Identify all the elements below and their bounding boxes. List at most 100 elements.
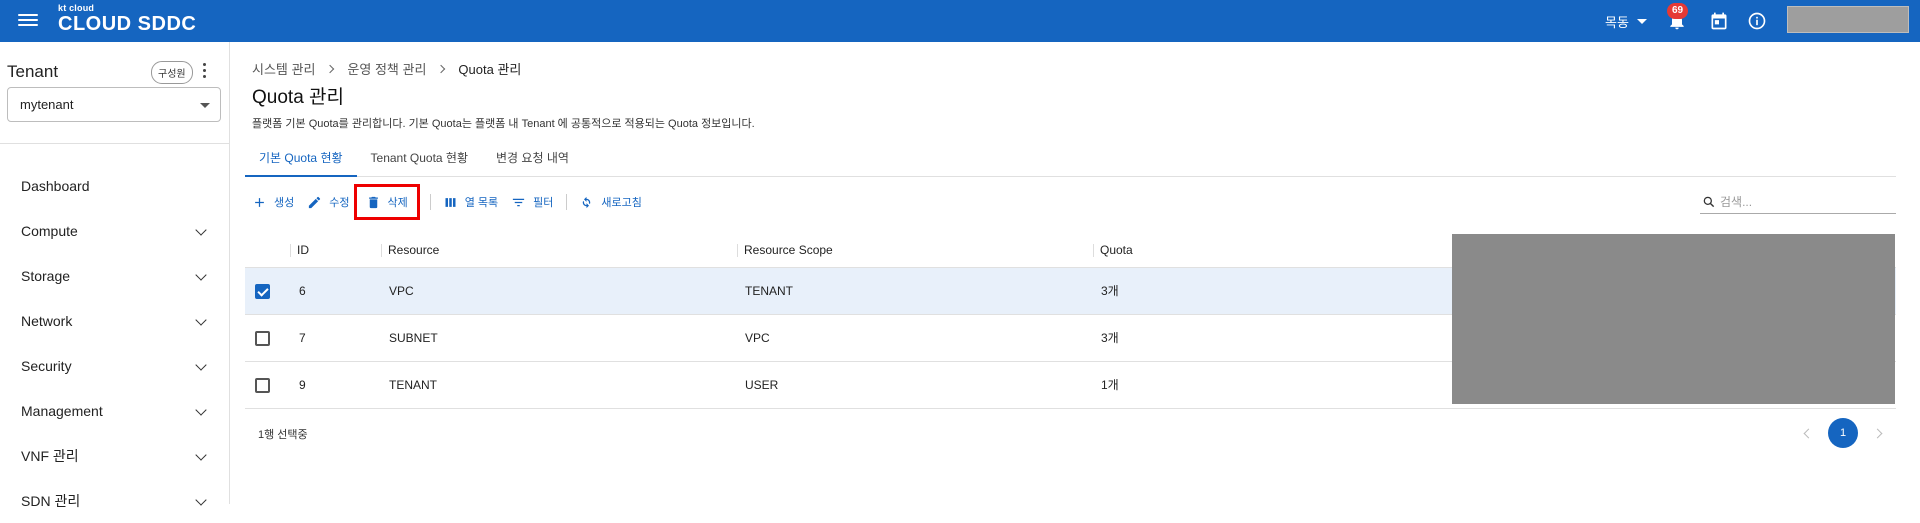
cell-scope: VPC xyxy=(745,331,770,345)
tenant-label: Tenant xyxy=(7,62,59,81)
row-checkbox[interactable] xyxy=(255,331,270,346)
column-header-id[interactable]: ID xyxy=(290,232,309,268)
sidebar-item-compute[interactable]: Compute xyxy=(0,209,229,253)
chevron-down-icon xyxy=(195,224,207,236)
view-column-icon xyxy=(445,197,456,207)
info-icon[interactable] xyxy=(1747,11,1767,31)
tab-bar: 기본 Quota 현황 Tenant Quota 현황 변경 요청 내역 xyxy=(245,142,1896,177)
tenant-select[interactable]: mytenant xyxy=(7,87,221,122)
column-header-resource-scope[interactable]: Resource Scope xyxy=(737,232,833,268)
pencil-icon xyxy=(309,196,321,208)
page-description: 플랫폼 기본 Quota를 관리합니다. 기본 Quota는 플랫폼 내 Ten… xyxy=(252,118,755,130)
breadcrumb-item[interactable]: 시스템 관리 xyxy=(252,59,315,78)
sidebar-item-label: Compute xyxy=(21,223,78,239)
breadcrumb-current: Quota 관리 xyxy=(458,62,522,77)
filter-button[interactable]: 필터 xyxy=(511,191,553,213)
chevron-right-icon xyxy=(326,64,335,73)
delete-button[interactable]: 삭제 xyxy=(353,184,420,220)
sidebar-item-sdn[interactable]: SDN 관리 xyxy=(0,479,229,523)
search-icon xyxy=(1703,196,1715,207)
user-menu[interactable]: 목동 xyxy=(1605,12,1647,31)
more-vert-icon[interactable] xyxy=(202,63,208,81)
row-checkbox[interactable] xyxy=(255,284,270,299)
cell-id: 7 xyxy=(299,331,306,345)
notification-badge: 69 xyxy=(1667,3,1689,19)
cell-resource: TENANT xyxy=(389,378,437,392)
row-checkbox[interactable] xyxy=(255,378,270,393)
create-label: 생성 xyxy=(274,197,295,209)
chevron-down-icon xyxy=(200,103,210,108)
role-chip: 구성원 xyxy=(151,61,193,84)
edit-button[interactable]: 수정 xyxy=(307,191,350,213)
sidebar-item-label: VNF 관리 xyxy=(21,448,79,464)
columns-button[interactable]: 열 목록 xyxy=(443,191,498,213)
toolbar-divider xyxy=(566,194,568,210)
toolbar: 생성 수정 삭제 열 목록 필터 새로고침 xyxy=(252,184,655,220)
menu-icon[interactable] xyxy=(18,11,38,31)
breadcrumb-item[interactable]: 운영 정책 관리 xyxy=(347,59,426,78)
trash-icon xyxy=(368,196,378,208)
cell-quota: 1개 xyxy=(1101,378,1119,392)
sidebar-item-label: SDN 관리 xyxy=(21,493,81,509)
calendar-icon[interactable] xyxy=(1709,11,1729,31)
chevron-down-icon xyxy=(195,269,207,281)
page-title: Quota 관리 xyxy=(252,87,344,108)
search-field xyxy=(1700,190,1896,214)
cell-quota: 3개 xyxy=(1101,284,1119,298)
chevron-right-icon[interactable] xyxy=(1872,428,1883,438)
chevron-down-icon xyxy=(195,404,207,416)
redacted-region xyxy=(1452,234,1895,404)
tab-change-requests[interactable]: 변경 요청 내역 xyxy=(482,142,583,177)
toolbar-divider xyxy=(429,194,431,210)
refresh-label: 새로고침 xyxy=(601,197,642,209)
divider xyxy=(0,143,230,144)
sidebar-item-vnf[interactable]: VNF 관리 xyxy=(0,434,229,478)
column-header-quota[interactable]: Quota xyxy=(1093,232,1133,268)
sidebar-item-label: Network xyxy=(21,313,73,329)
app-bar: kt cloud CLOUD SDDC 목동 69 xyxy=(0,0,1920,42)
page-button-current[interactable]: 1 xyxy=(1828,418,1858,448)
edit-label: 수정 xyxy=(329,197,350,209)
cell-scope: USER xyxy=(745,378,779,392)
sidebar-item-label: Dashboard xyxy=(21,178,90,194)
chevron-down-icon xyxy=(195,449,207,461)
plus-icon xyxy=(255,197,264,207)
sidebar-item-management[interactable]: Management xyxy=(0,389,229,433)
chevron-down-icon xyxy=(1636,19,1647,24)
refresh-icon xyxy=(583,196,591,208)
tab-tenant-quota[interactable]: Tenant Quota 현황 xyxy=(357,142,482,177)
selection-count: 1행 선택중 xyxy=(258,429,308,441)
logo-small-text: kt cloud xyxy=(58,3,95,13)
chevron-down-icon xyxy=(195,314,207,326)
tab-default-quota[interactable]: 기본 Quota 현황 xyxy=(245,142,357,177)
chevron-down-icon xyxy=(195,359,207,371)
logo-brand-text: CLOUD SDDC xyxy=(58,13,197,35)
sidebar: Tenant 구성원 mytenant Dashboard Compute St… xyxy=(0,42,230,509)
cell-resource: VPC xyxy=(389,284,414,298)
delete-label: 삭제 xyxy=(387,197,408,209)
sidebar-item-label: Storage xyxy=(21,268,71,284)
sidebar-item-security[interactable]: Security xyxy=(0,344,229,388)
sidebar-item-storage[interactable]: Storage xyxy=(0,254,229,298)
filter-icon xyxy=(513,198,525,206)
sidebar-item-dashboard[interactable]: Dashboard xyxy=(0,164,229,208)
refresh-button[interactable]: 새로고침 xyxy=(579,191,642,213)
cell-id: 9 xyxy=(299,378,306,392)
sidebar-item-label: Security xyxy=(21,358,72,374)
sidebar-item-network[interactable]: Network xyxy=(0,299,229,343)
pagination: 1 xyxy=(1803,418,1883,448)
chevron-right-icon xyxy=(437,64,446,73)
columns-label: 열 목록 xyxy=(464,197,499,209)
user-profile-redacted[interactable] xyxy=(1787,6,1909,33)
sidebar-item-label: Management xyxy=(21,403,103,419)
chevron-left-icon[interactable] xyxy=(1803,428,1814,438)
cell-resource: SUBNET xyxy=(389,331,438,345)
search-input[interactable] xyxy=(1720,194,1890,209)
logo[interactable]: kt cloud CLOUD SDDC xyxy=(58,3,196,35)
column-header-resource[interactable]: Resource xyxy=(381,232,439,268)
user-name: 목동 xyxy=(1605,15,1629,30)
create-button[interactable]: 생성 xyxy=(252,191,294,213)
cell-id: 6 xyxy=(299,284,306,298)
cell-quota: 3개 xyxy=(1101,331,1119,345)
filter-label: 필터 xyxy=(533,197,554,209)
